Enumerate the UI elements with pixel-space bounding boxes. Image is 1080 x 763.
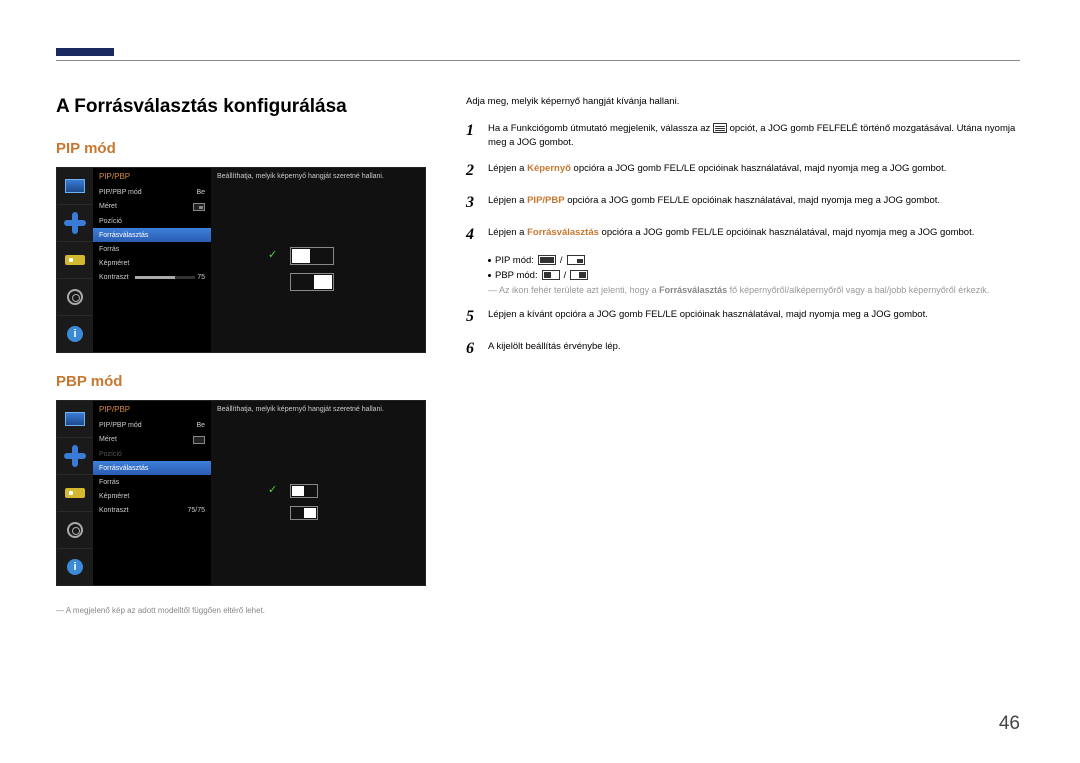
joystick-icon (64, 445, 86, 467)
intro-text: Adja meg, melyik képernyő hangját kívánj… (466, 96, 1020, 107)
layout-icon-left (290, 484, 318, 498)
check-icon-off (268, 277, 280, 286)
pip-icon-b (567, 255, 585, 265)
step-1: 1 Ha a Funkciógomb útmutató megjelenik, … (466, 119, 1020, 151)
step-num: 4 (466, 223, 488, 247)
pip-icon-a (538, 255, 556, 265)
check-icon-off (268, 508, 280, 517)
pbp-heading: PBP mód (56, 373, 444, 390)
info-icon: i (67, 559, 83, 575)
step-6: 6 A kijelölt beállítás érvénybe lép. (466, 337, 1020, 361)
osd-preview-pbp: i PIP/PBP PIP/PBP módBe Méret Pozíció Fo… (56, 400, 426, 586)
menu-row-mode: PIP/PBP módBe (93, 185, 211, 199)
pbp-mode-line: PBP mód: / (488, 270, 1020, 281)
gear-icon (67, 289, 83, 305)
check-icon (268, 251, 280, 260)
menu-row-imgsize: Képméret (93, 489, 211, 503)
step-num: 1 (466, 119, 488, 151)
pbp-icon-a (542, 270, 560, 280)
choice-row-2 (268, 506, 368, 520)
menu-icon (713, 123, 727, 133)
page-number: 46 (999, 713, 1020, 735)
monitor-icon (65, 179, 85, 193)
choice-row-1 (268, 484, 368, 498)
slider-icon (65, 255, 85, 265)
menu-row-pos: Pozíció (93, 214, 211, 228)
menu-row-source: Forrás (93, 475, 211, 489)
page-title: A Forrásválasztás konfigurálása (56, 96, 444, 118)
layout-icon-right (290, 506, 318, 520)
step-4: 4 Lépjen a Forrásválasztás opcióra a JOG… (466, 223, 1020, 247)
header-rule (56, 60, 1020, 61)
osd-panel: Beállíthatja, melyik képernyő hangját sz… (211, 168, 425, 352)
osd-sidebar: i (57, 168, 93, 352)
menu-row-source: Forrás (93, 242, 211, 256)
step-num: 5 (466, 305, 488, 329)
pbp-icon-b (570, 270, 588, 280)
layout-icon-sub (290, 273, 334, 291)
step-num: 3 (466, 191, 488, 215)
joystick-icon (64, 212, 86, 234)
gear-icon (67, 522, 83, 538)
menu-row-contrast: Kontraszt75/75 (93, 503, 211, 517)
icon-note: ― Az ikon fehér területe azt jelenti, ho… (488, 285, 1020, 295)
osd-panel: Beállíthatja, melyik képernyő hangját sz… (211, 401, 425, 585)
menu-row-size: Méret (93, 432, 211, 447)
menu-row-mode: PIP/PBP módBe (93, 418, 211, 432)
slider-icon (65, 488, 85, 498)
choice-row-1 (268, 247, 368, 265)
menu-row-imgsize: Képméret (93, 256, 211, 270)
step-2: 2 Lépjen a Képernyő opcióra a JOG gomb F… (466, 159, 1020, 183)
step-num: 6 (466, 337, 488, 361)
menu-row-size: Méret (93, 199, 211, 214)
osd-sidebar: i (57, 401, 93, 585)
monitor-icon (65, 412, 85, 426)
step-num: 2 (466, 159, 488, 183)
pip-heading: PIP mód (56, 140, 444, 157)
choice-row-2 (268, 273, 368, 291)
osd-tip: Beállíthatja, melyik képernyő hangját sz… (211, 401, 425, 418)
header-accent (56, 48, 114, 56)
osd-menu-title: PIP/PBP (93, 401, 211, 418)
menu-row-source-sel: Forrásválasztás (93, 228, 211, 242)
osd-menu: PIP/PBP PIP/PBP módBe Méret Pozíció Forr… (93, 401, 211, 585)
menu-row-pos: Pozíció (93, 447, 211, 461)
osd-menu-title: PIP/PBP (93, 168, 211, 185)
pip-mode-line: PIP mód: / (488, 255, 1020, 266)
info-icon: i (67, 326, 83, 342)
layout-icon-main (290, 247, 334, 265)
step-5: 5 Lépjen a kívánt opcióra a JOG gomb FEL… (466, 305, 1020, 329)
osd-tip: Beállíthatja, melyik képernyő hangját sz… (211, 168, 425, 185)
model-footnote: ― A megjelenő kép az adott modelltől füg… (56, 606, 444, 615)
osd-menu: PIP/PBP PIP/PBP módBe Méret Pozíció Forr… (93, 168, 211, 352)
step-3: 3 Lépjen a PIP/PBP opcióra a JOG gomb FE… (466, 191, 1020, 215)
menu-row-source-sel: Forrásválasztás (93, 461, 211, 475)
menu-row-contrast: Kontraszt75 (93, 270, 211, 284)
check-icon (268, 486, 280, 495)
osd-preview-pip: i PIP/PBP PIP/PBP módBe Méret Pozíció Fo… (56, 167, 426, 353)
